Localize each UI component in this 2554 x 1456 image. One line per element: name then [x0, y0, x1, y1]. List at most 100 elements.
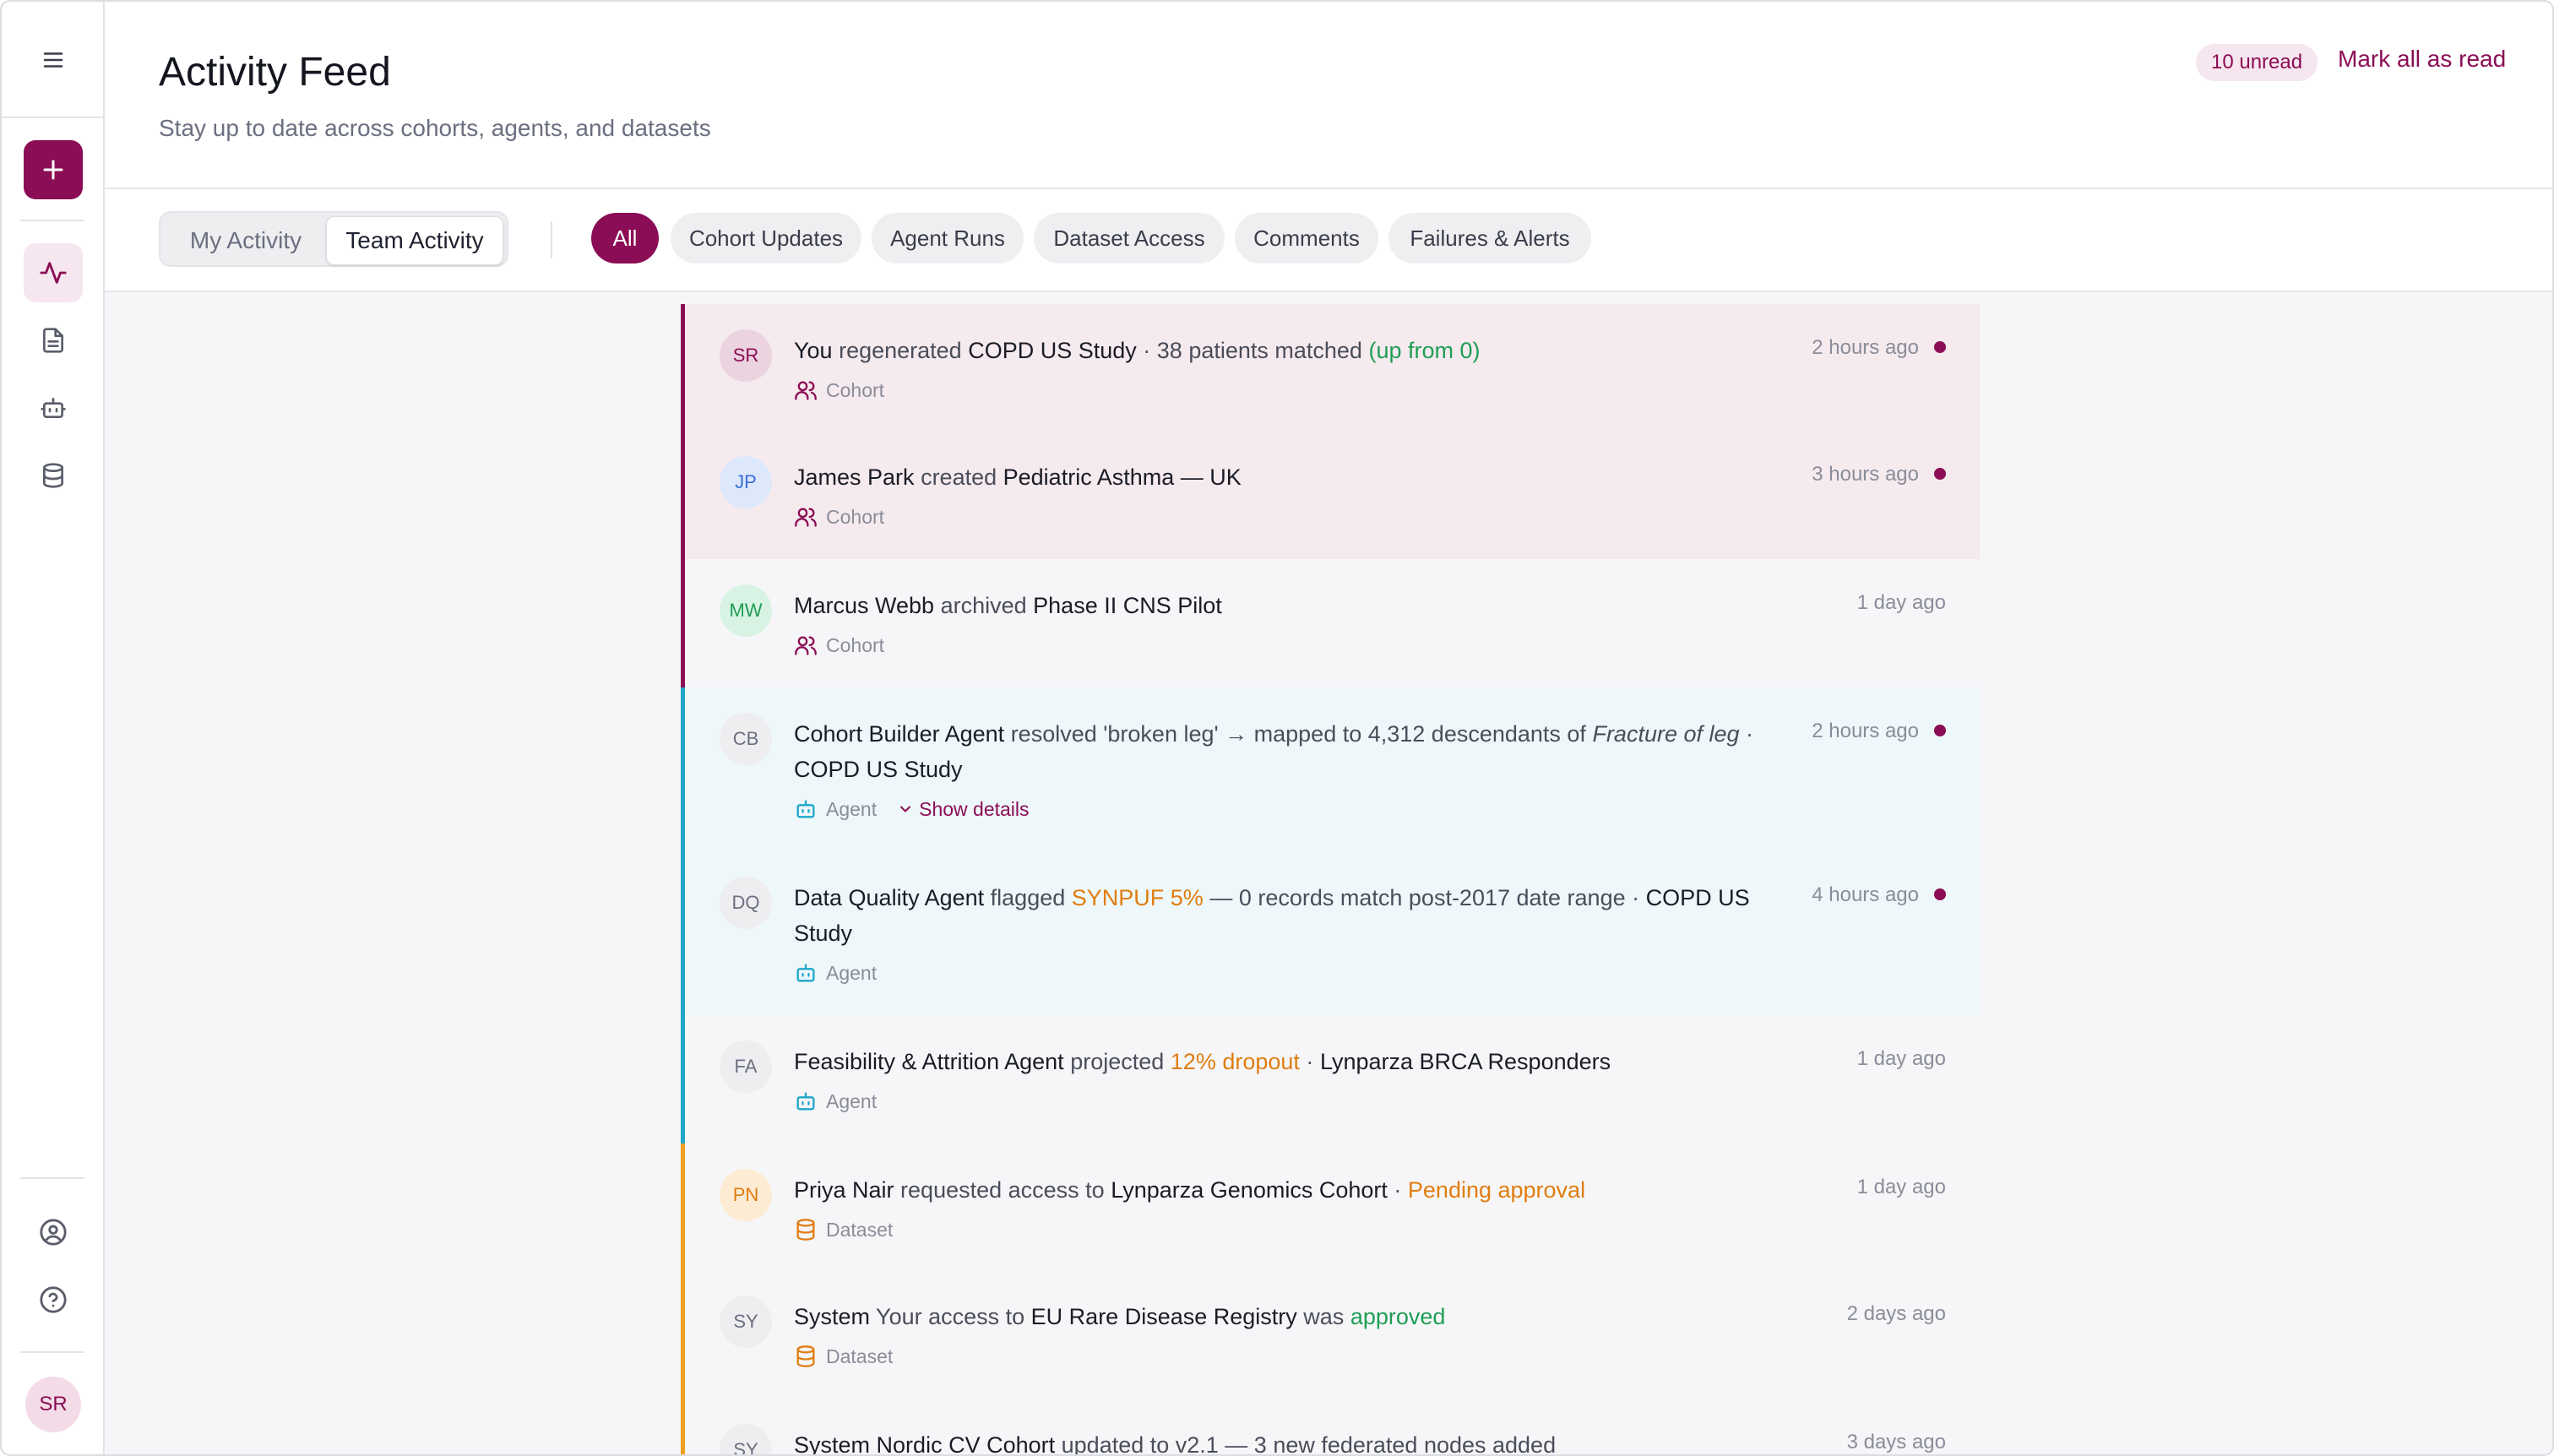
page-title: Activity Feed [159, 50, 391, 95]
sidebar-divider [20, 1351, 84, 1353]
agent-bar [681, 851, 685, 1015]
nav-help[interactable] [24, 1270, 83, 1329]
timestamp: 4 hours ago [1812, 883, 1919, 906]
feed-item-text: Priya Nair requested access to Lynparza … [794, 1177, 1586, 1203]
feed-item-tag: Dataset [794, 1345, 893, 1368]
database-icon [43, 463, 63, 488]
sidebar-divider [2, 117, 105, 118]
dataset-bar [681, 1270, 685, 1399]
sidebar: SR [2, 2, 105, 1454]
plus-icon [43, 160, 63, 180]
tab-team-activity[interactable]: Team Activity [326, 216, 503, 265]
filter-chip-all[interactable]: All [591, 213, 659, 263]
avatar: SY [720, 1424, 772, 1454]
database-icon [796, 1219, 815, 1241]
timestamp: 1 day ago [1856, 1176, 1946, 1198]
feed-item-tag: Cohort [794, 378, 884, 402]
feed-item-text: Data Quality Agent flagged SYNPUF 5% — 0… [794, 885, 1750, 946]
bot-icon [796, 1092, 815, 1111]
feed-item[interactable]: MW Marcus Webb archived Phase II CNS Pil… [681, 559, 1980, 687]
unread-badge: 10 unread [2196, 44, 2318, 81]
feed-item[interactable]: PN Priya Nair requested access to Lynpar… [681, 1144, 1980, 1270]
nav-documents[interactable] [24, 311, 83, 370]
cohort-bar [681, 559, 685, 687]
bot-icon [796, 964, 815, 982]
timestamp: 3 days ago [1846, 1431, 1946, 1453]
feed-item-text: System Your access to EU Rare Disease Re… [794, 1304, 1446, 1329]
timestamp: 3 hours ago [1812, 463, 1919, 486]
feed-item-tag: Cohort [794, 505, 884, 529]
unread-dot [1934, 341, 1946, 353]
dataset-bar [681, 1399, 685, 1454]
timestamp: 2 hours ago [1812, 720, 1919, 742]
mark-all-read-link[interactable]: Mark all as read [2338, 46, 2506, 73]
activity-segmented-control: My Activity Team Activity [159, 211, 508, 267]
page-subtitle: Stay up to date across cohorts, agents, … [159, 115, 711, 141]
feed-item[interactable]: SY System Nordic CV Cohort updated to v2… [681, 1399, 1980, 1456]
feed-item-tag: Dataset [794, 1218, 893, 1241]
dataset-bar [681, 1144, 685, 1270]
avatar: SR [720, 329, 772, 382]
unread-dot [1934, 468, 1946, 480]
bot-icon [796, 800, 815, 818]
feed-item-tag: Agent [794, 1089, 877, 1113]
activity-feed: SR You regenerated COPD US Study · 38 pa… [681, 304, 1980, 1456]
main-content: Activity Feed Stay up to date across coh… [105, 2, 2552, 1456]
timestamp: 2 days ago [1846, 1302, 1946, 1325]
database-icon [796, 1345, 815, 1367]
nav-datasets[interactable] [24, 446, 83, 505]
users-icon [795, 636, 817, 655]
document-icon [43, 328, 63, 353]
new-button[interactable] [24, 140, 83, 199]
timestamp: 2 hours ago [1812, 336, 1919, 359]
nav-agents[interactable] [24, 378, 83, 437]
feed-item-text: Feasibility & Attrition Agent projected … [794, 1049, 1611, 1074]
filter-chip-agent-runs[interactable]: Agent Runs [872, 213, 1024, 263]
avatar: MW [720, 584, 772, 637]
filter-bar: My Activity Team Activity All Cohort Upd… [105, 189, 2552, 292]
filter-chip-comments[interactable]: Comments [1235, 213, 1378, 263]
show-details-button[interactable]: Show details [897, 798, 1030, 821]
bot-icon [41, 398, 66, 418]
filter-chip-failures-alerts[interactable]: Failures & Alerts [1388, 213, 1591, 263]
filter-chip-dataset-access[interactable]: Dataset Access [1034, 213, 1225, 263]
menu-button[interactable] [24, 30, 83, 90]
app-window: SR Activity Feed Stay up to date across … [0, 0, 2554, 1456]
feed-item[interactable]: FA Feasibility & Attrition Agent project… [681, 1015, 1980, 1144]
unread-dot [1934, 725, 1946, 736]
chevron-down-icon [900, 806, 911, 812]
menu-icon [43, 52, 63, 68]
cohort-bar [681, 304, 685, 431]
avatar: CB [720, 713, 772, 765]
feed-item-text: James Park created Pediatric Asthma — UK [794, 465, 1242, 490]
feed-item[interactable]: SY System Your access to EU Rare Disease… [681, 1270, 1980, 1399]
help-icon [40, 1286, 67, 1313]
feed-item[interactable]: SR You regenerated COPD US Study · 38 pa… [681, 304, 1980, 431]
sidebar-divider [20, 1177, 84, 1179]
filter-chip-cohort-updates[interactable]: Cohort Updates [671, 213, 861, 263]
avatar: FA [720, 1040, 772, 1093]
feed-item-text: You regenerated COPD US Study · 38 patie… [794, 338, 1481, 363]
feed-item[interactable]: DQ Data Quality Agent flagged SYNPUF 5% … [681, 851, 1980, 1015]
feed-item-text: Marcus Webb archived Phase II CNS Pilot [794, 593, 1222, 618]
page-header: Activity Feed Stay up to date across coh… [105, 2, 2552, 189]
cohort-bar [681, 431, 685, 559]
feed-item[interactable]: JP James Park created Pediatric Asthma —… [681, 431, 1980, 559]
feed-item-text: System Nordic CV Cohort updated to v2.1 … [794, 1432, 1557, 1456]
feed-item-text: Cohort Builder Agent resolved 'broken le… [794, 721, 1754, 782]
activity-icon [40, 262, 67, 284]
avatar[interactable]: SR [25, 1377, 81, 1432]
feed-item-tag: Cohort [794, 633, 884, 657]
feed-item-tag: Agent Show details [794, 797, 1030, 821]
tab-my-activity[interactable]: My Activity [166, 216, 326, 265]
avatar: JP [720, 456, 772, 508]
agent-bar [681, 1015, 685, 1144]
timestamp: 1 day ago [1856, 591, 1946, 614]
feed-item[interactable]: CB Cohort Builder Agent resolved 'broken… [681, 687, 1980, 851]
nav-activity[interactable] [24, 243, 83, 302]
unread-dot [1934, 888, 1946, 900]
avatar: SY [720, 1296, 772, 1348]
agent-bar [681, 687, 685, 851]
nav-profile[interactable] [24, 1203, 83, 1262]
filter-divider [551, 221, 552, 258]
